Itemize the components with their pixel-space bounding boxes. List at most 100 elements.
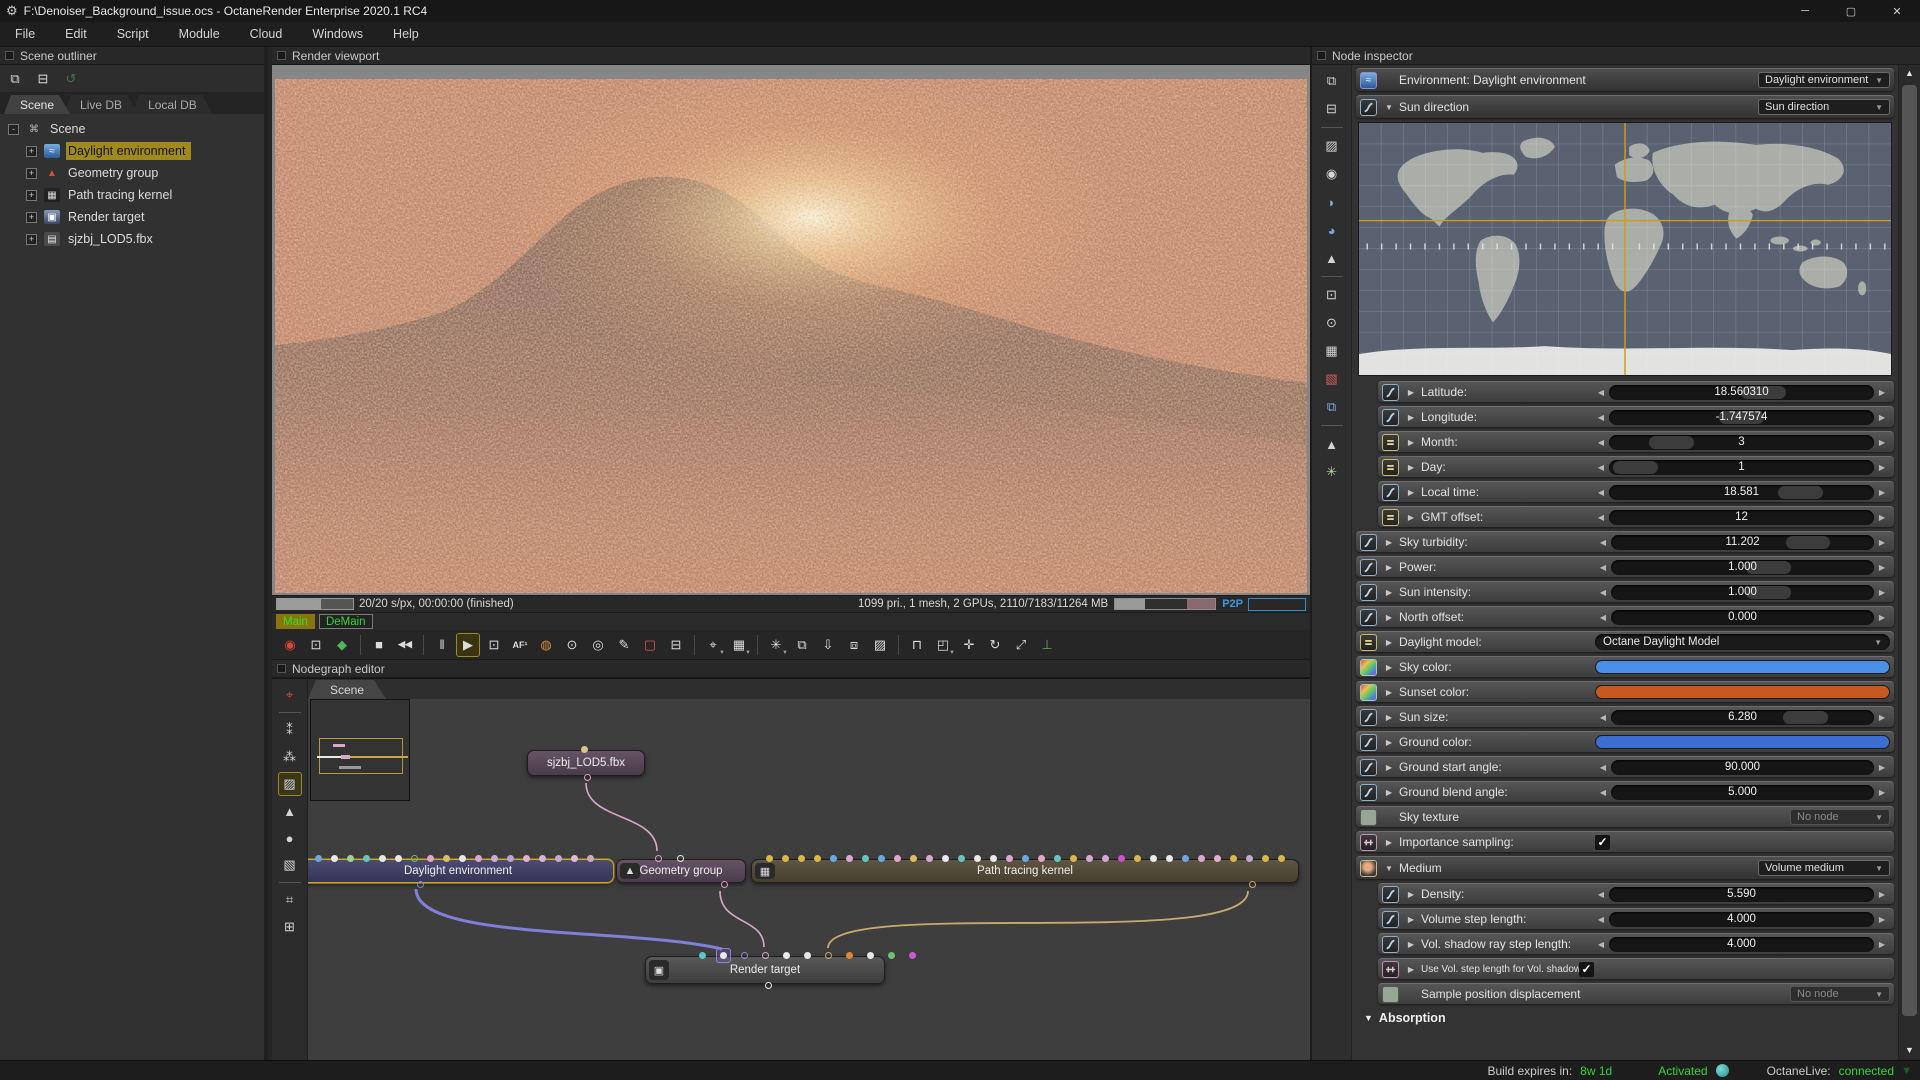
- texture-node-icon[interactable]: ▨: [1320, 134, 1344, 158]
- param-slider[interactable]: 12: [1609, 510, 1874, 525]
- node-input-pin[interactable]: [1038, 855, 1045, 862]
- node-input-pin[interactable]: [347, 855, 354, 862]
- tree-item-sjzbj-lod5-fbx[interactable]: +▤sjzbj_LOD5.fbx: [0, 228, 264, 250]
- outliner-tab-scene[interactable]: Scene: [4, 95, 70, 114]
- slider-decrement-icon[interactable]: ◀: [1595, 763, 1611, 772]
- float-pin-icon[interactable]: [1360, 609, 1377, 626]
- orbit-icon[interactable]: ↻: [983, 633, 1007, 657]
- node-input-pin[interactable]: [555, 855, 562, 862]
- param-slider[interactable]: 6.280: [1611, 710, 1874, 725]
- node-input-pin[interactable]: [1166, 855, 1173, 862]
- node-input-pin[interactable]: [1102, 855, 1109, 862]
- float-pin-icon[interactable]: [1360, 559, 1377, 576]
- gizmo-axes-icon[interactable]: ⊥: [1035, 633, 1059, 657]
- preview-material-icon[interactable]: ●: [278, 826, 302, 850]
- menu-item-script[interactable]: Script: [102, 27, 164, 41]
- scroll-down-icon[interactable]: ▼: [1899, 1042, 1920, 1058]
- slider-increment-icon[interactable]: ▶: [1874, 438, 1890, 447]
- nodegraph-tab-scene[interactable]: Scene: [308, 680, 386, 699]
- expand-icon[interactable]: ▶: [1405, 940, 1417, 949]
- slider-decrement-icon[interactable]: ◀: [1595, 563, 1611, 572]
- render-passes-node-icon[interactable]: ⧉: [1320, 395, 1344, 419]
- color-swatch[interactable]: [1595, 685, 1890, 699]
- lock-resolution-icon[interactable]: ⊓: [905, 633, 929, 657]
- expand-icon[interactable]: ▶: [1383, 663, 1395, 672]
- color-swatch[interactable]: [1595, 660, 1890, 674]
- save-passes-icon[interactable]: ⧈: [842, 633, 866, 657]
- param-slider[interactable]: 4.000: [1609, 912, 1874, 927]
- int-pin-icon[interactable]: [1382, 509, 1399, 526]
- param-slider[interactable]: 1: [1609, 460, 1874, 475]
- slider-increment-icon[interactable]: ▶: [1874, 488, 1890, 497]
- int-pin-icon[interactable]: [1382, 434, 1399, 451]
- slider-decrement-icon[interactable]: ◀: [1593, 890, 1609, 899]
- expand-icon[interactable]: ▶: [1383, 588, 1395, 597]
- node-input-pin[interactable]: [782, 855, 789, 862]
- tree-item-path-tracing-kernel[interactable]: +▦Path tracing kernel: [0, 184, 264, 206]
- node-input-pin[interactable]: [1198, 855, 1205, 862]
- expand-icon[interactable]: ▶: [1383, 688, 1395, 697]
- camera-node-icon[interactable]: ◉: [1320, 162, 1344, 186]
- color-correction-icon[interactable]: ◍: [534, 633, 558, 657]
- node-input-pin[interactable]: [443, 855, 450, 862]
- grid-settings-icon[interactable]: ⊞: [278, 915, 302, 939]
- paste-node-icon[interactable]: ⊟: [1320, 97, 1344, 121]
- background-mode-icon[interactable]: ▦▼: [727, 633, 751, 657]
- node-daylight-environment[interactable]: Daylight environment: [308, 859, 614, 883]
- node-input-pin[interactable]: [587, 855, 594, 862]
- imager-node-icon[interactable]: ▲: [1320, 432, 1344, 456]
- slider-increment-icon[interactable]: ▶: [1874, 588, 1890, 597]
- expand-icon[interactable]: +: [26, 146, 37, 157]
- menu-item-help[interactable]: Help: [378, 27, 434, 41]
- param-slider[interactable]: 3: [1609, 435, 1874, 450]
- restart-icon[interactable]: ◀◀: [393, 633, 417, 657]
- tree-item-daylight-environment[interactable]: +≈Daylight environment: [0, 140, 264, 162]
- node-input-pin[interactable]: [571, 855, 578, 862]
- tree-item-geometry-group[interactable]: +▲Geometry group: [0, 162, 264, 184]
- node-slot-dropdown[interactable]: No node▼: [1790, 986, 1890, 1002]
- param-slider[interactable]: 4.000: [1609, 937, 1874, 952]
- node-input-pin[interactable]: [1086, 855, 1093, 862]
- expand-icon[interactable]: +: [26, 168, 37, 179]
- node-render-target[interactable]: ▣Render target: [645, 956, 885, 984]
- expand-icon[interactable]: ▶: [1405, 438, 1417, 447]
- split-view-icon[interactable]: ⊟: [32, 68, 54, 90]
- preview-geometry-icon[interactable]: ▲: [278, 799, 302, 823]
- environment-settings-node-icon[interactable]: ◕: [1320, 218, 1344, 242]
- color-pin-icon[interactable]: [1360, 684, 1377, 701]
- slider-decrement-icon[interactable]: ◀: [1593, 940, 1609, 949]
- expand-icon[interactable]: ▶: [1405, 513, 1417, 522]
- animation-settings-node-icon[interactable]: ⊙: [1320, 311, 1344, 335]
- slider-increment-icon[interactable]: ▶: [1874, 763, 1890, 772]
- node-input-pin[interactable]: [825, 952, 832, 959]
- slider-decrement-icon[interactable]: ◀: [1595, 713, 1611, 722]
- pause-icon[interactable]: ‖: [430, 633, 454, 657]
- panel-pin-icon[interactable]: [277, 51, 286, 60]
- fit-view-icon[interactable]: ⤢: [1009, 633, 1033, 657]
- node-input-pin[interactable]: [958, 855, 965, 862]
- node-input-pin[interactable]: [814, 855, 821, 862]
- expand-icon[interactable]: +: [26, 190, 37, 201]
- world-map[interactable]: [1358, 122, 1892, 376]
- white-balance-icon[interactable]: ⊙: [560, 633, 584, 657]
- film-settings-node-icon[interactable]: ⊡: [1320, 283, 1344, 307]
- play-icon[interactable]: ▶: [456, 633, 480, 657]
- param-slider[interactable]: 1.000: [1611, 560, 1874, 575]
- save-image-icon[interactable]: ⇩: [816, 633, 840, 657]
- param-slider[interactable]: 5.590: [1609, 887, 1874, 902]
- node-input-pin[interactable]: [888, 952, 895, 959]
- tree-item-render-target[interactable]: +▣Render target: [0, 206, 264, 228]
- expand-icon[interactable]: ▶: [1405, 965, 1417, 974]
- panel-pin-icon[interactable]: [277, 664, 286, 673]
- param-slider[interactable]: 90.000: [1611, 760, 1874, 775]
- node-input-pin[interactable]: [762, 952, 769, 959]
- environment-node-icon[interactable]: ◗: [1320, 190, 1344, 214]
- expand-icon[interactable]: ▶: [1405, 388, 1417, 397]
- expand-icon[interactable]: ▶: [1405, 890, 1417, 899]
- node-input-pin[interactable]: [491, 855, 498, 862]
- float-pin-icon[interactable]: [1382, 409, 1399, 426]
- expand-icon[interactable]: ▶: [1405, 488, 1417, 497]
- camera-mode-icon[interactable]: ◰▼: [931, 633, 955, 657]
- node-type-dropdown[interactable]: Sun direction▼: [1758, 99, 1890, 115]
- param-slider[interactable]: 18.581: [1609, 485, 1874, 500]
